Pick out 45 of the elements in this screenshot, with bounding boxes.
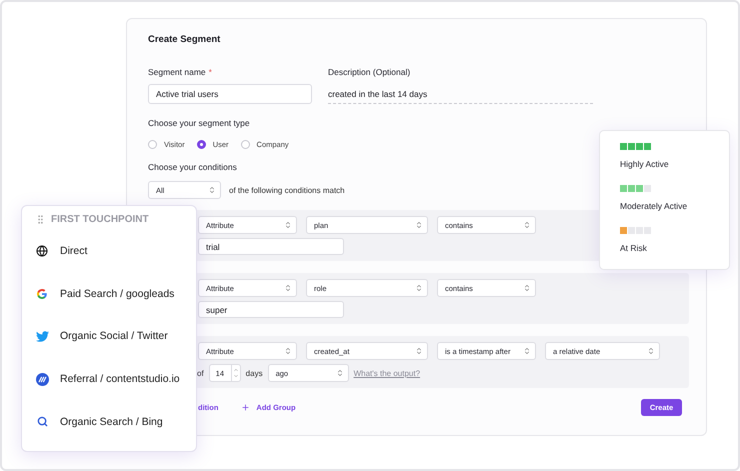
caret-icon <box>284 221 292 229</box>
caret-icon <box>415 284 423 292</box>
increment-icon[interactable] <box>232 367 239 373</box>
form-title: Create Segment <box>147 33 222 45</box>
caret-icon <box>284 284 292 292</box>
field-label: Description (Optional) <box>328 67 412 77</box>
caret-icon <box>415 221 423 229</box>
activity-label: Highly Active <box>620 159 670 169</box>
of-label: of <box>197 368 204 378</box>
segment-name-field[interactable]: Active trial users <box>148 84 312 104</box>
caret-icon <box>523 221 531 229</box>
popover-title: FIRST TOUCHPOINT <box>51 214 149 225</box>
referral-icon <box>36 372 48 386</box>
activity-meter <box>620 227 651 234</box>
caret-icon <box>208 186 216 194</box>
touchpoint-label: Paid Search / googleads <box>60 288 174 300</box>
caret-icon <box>284 347 292 355</box>
touchpoint-label: Organic Social / Twitter <box>60 330 168 342</box>
activity-meter <box>620 185 651 192</box>
decrement-icon[interactable] <box>232 373 239 379</box>
value-field[interactable]: trial <box>198 238 344 255</box>
match-text: of the following conditions match <box>229 186 345 194</box>
caret-icon <box>523 284 531 292</box>
description-field[interactable]: created in the last 14 days <box>328 84 593 104</box>
caret-icon <box>647 347 655 355</box>
plus-icon <box>241 403 250 412</box>
value-field[interactable]: super <box>198 301 344 318</box>
caret-icon <box>336 369 344 377</box>
bird-icon <box>36 330 48 343</box>
section-label: Choose your segment type <box>148 118 250 128</box>
search-icon <box>36 416 48 428</box>
google-icon <box>36 288 48 300</box>
activity-meter <box>620 143 651 150</box>
drag-handle-icon[interactable] <box>35 214 46 225</box>
touchpoint-label: Direct <box>60 245 88 258</box>
unit-label: days <box>246 368 263 378</box>
touchpoint-label: Referral / contentstudio.io <box>60 373 180 386</box>
caret-icon <box>415 347 423 355</box>
activity-label: At Risk <box>620 243 648 253</box>
section-label: Choose your conditions <box>148 162 237 172</box>
field-label: Segment name * <box>148 67 213 77</box>
activity-label: Moderately Active <box>620 201 688 211</box>
caret-icon <box>523 347 531 355</box>
touchpoint-label: Organic Search / Bing <box>60 416 163 428</box>
globe-icon <box>36 245 48 258</box>
